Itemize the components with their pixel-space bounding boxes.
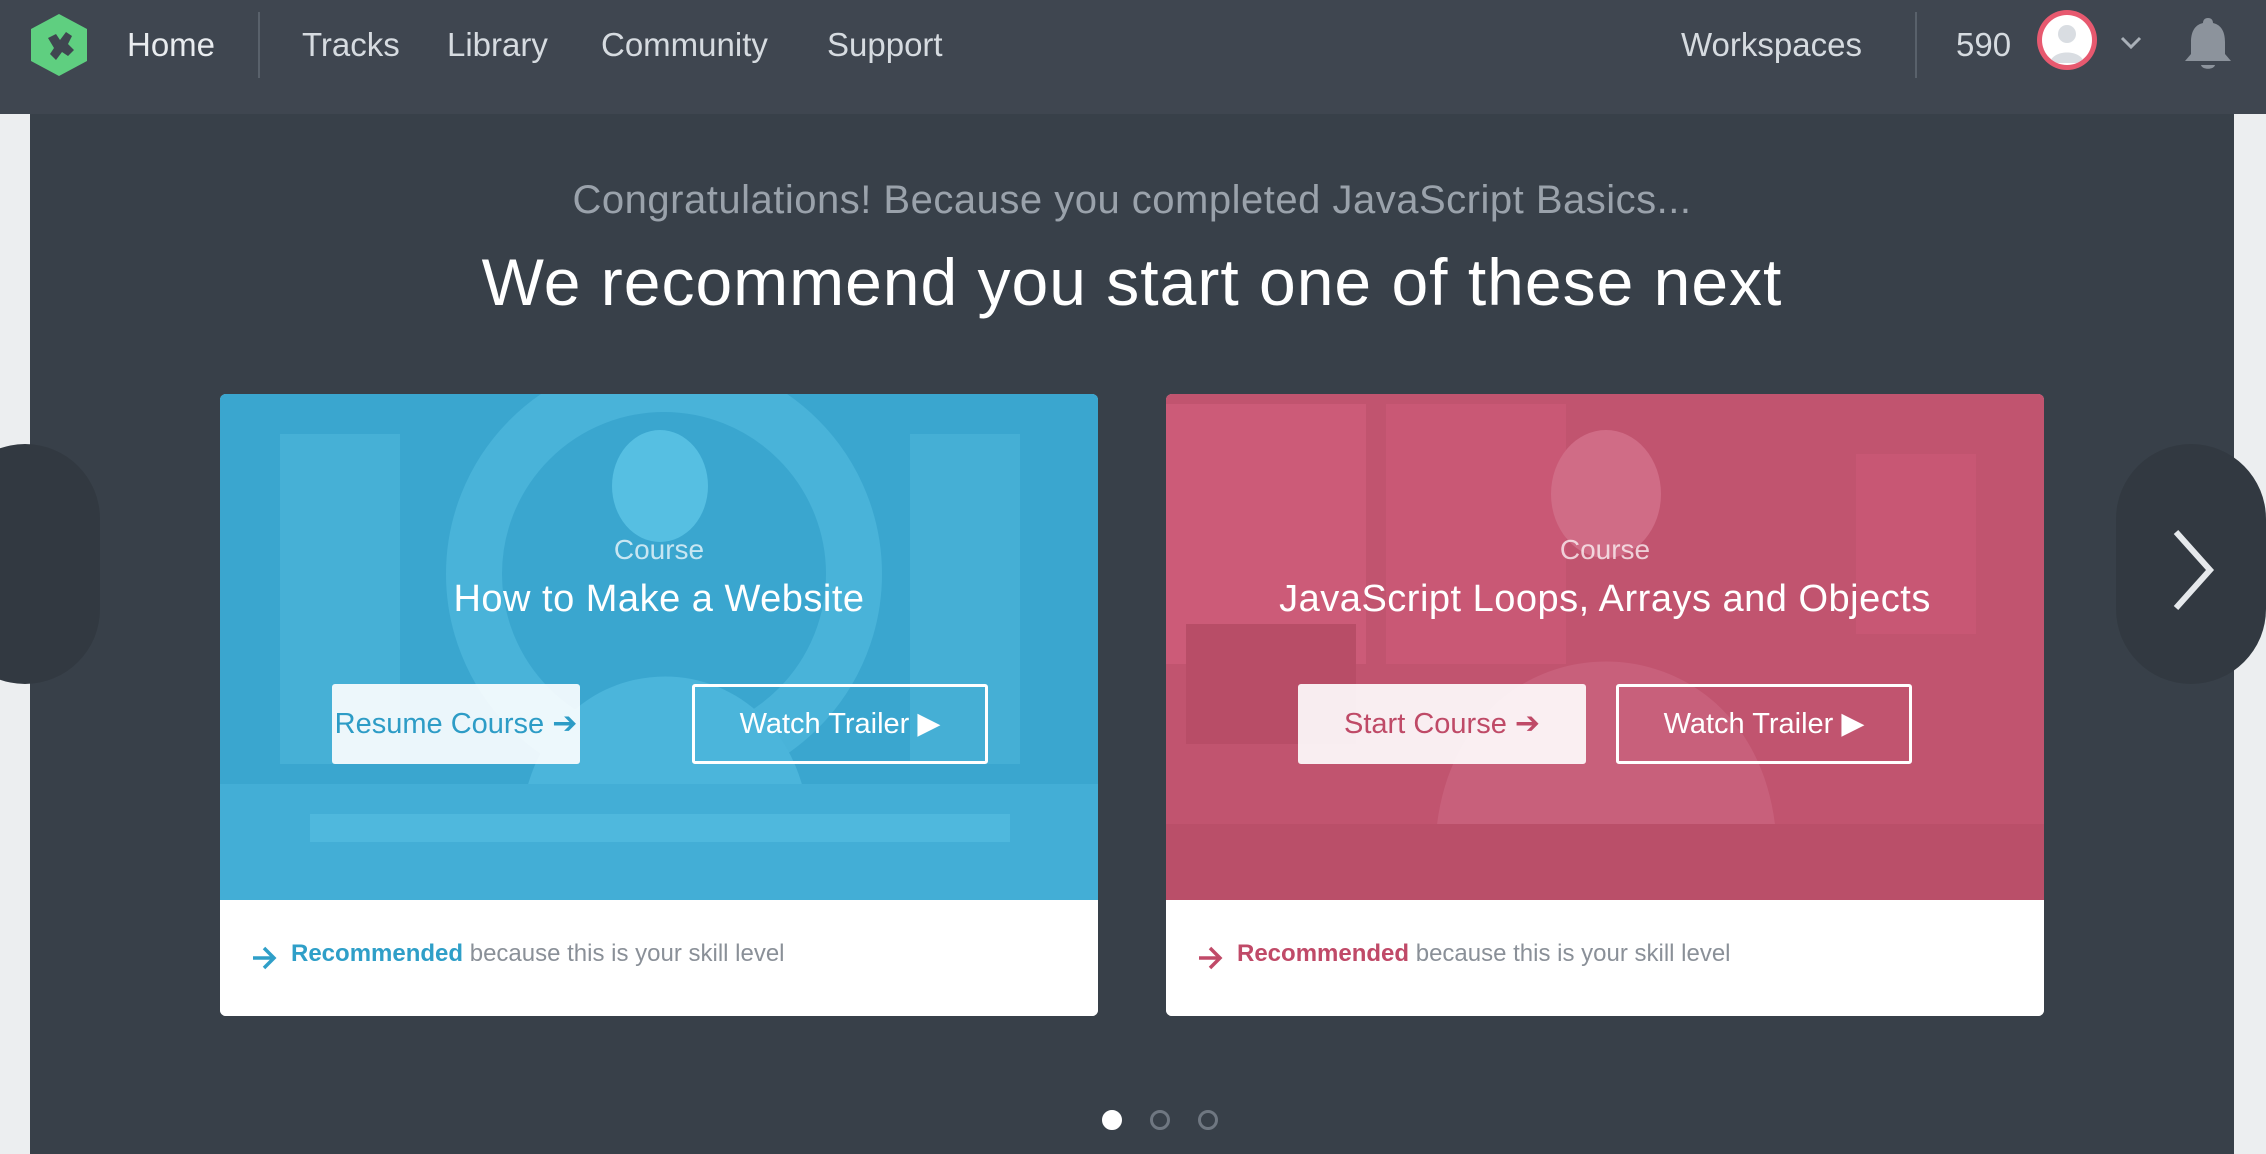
start-course-button[interactable]: Start Course ➔ (1298, 684, 1586, 764)
start-course-label: Start Course (1344, 708, 1507, 740)
carousel-dot-2[interactable] (1150, 1110, 1170, 1130)
carousel-dot-3[interactable] (1198, 1110, 1218, 1130)
recommendation-reason: Recommended because this is your skill l… (291, 940, 785, 968)
top-nav: Home Tracks Library Community Support Wo… (0, 0, 2266, 114)
resume-course-button[interactable]: Resume Course ➔ (332, 684, 580, 764)
chevron-down-icon[interactable] (2117, 28, 2145, 56)
play-icon: ▶ (1841, 707, 1865, 740)
course-card-media: Course How to Make a Website Resume Cour… (220, 394, 1098, 900)
hero-kicker: Congratulations! Because you completed J… (572, 178, 1692, 222)
nav-divider (258, 12, 260, 78)
course-title: JavaScript Loops, Arrays and Objects (1279, 578, 1931, 620)
play-icon: ▶ (917, 707, 941, 740)
course-card: Course JavaScript Loops, Arrays and Obje… (1166, 394, 2044, 1016)
arrow-right-icon (253, 946, 277, 970)
nav-support[interactable]: Support (827, 20, 943, 70)
course-card-footer: Recommended because this is your skill l… (220, 900, 1098, 1016)
reason-text: because this is your skill level (1409, 940, 1731, 967)
recommendation-hero: Congratulations! Because you completed J… (0, 114, 2266, 1154)
course-photo (220, 394, 1098, 900)
nav-workspaces[interactable]: Workspaces (1681, 20, 1862, 70)
course-card-footer: Recommended because this is your skill l… (1166, 900, 2044, 1016)
recommended-label: Recommended (1237, 940, 1410, 967)
nav-divider-right (1915, 12, 1917, 78)
nav-home[interactable]: Home (127, 20, 215, 70)
arrow-right-icon: ➔ (552, 707, 578, 740)
course-title: How to Make a Website (453, 578, 865, 620)
course-tag: Course (613, 534, 705, 565)
watch-trailer-button[interactable]: Watch Trailer ▶ (1616, 684, 1912, 764)
arrow-right-icon (1199, 946, 1223, 970)
treehouse-logo-icon[interactable] (26, 12, 92, 78)
course-card-media: Course JavaScript Loops, Arrays and Obje… (1166, 394, 2044, 900)
avatar[interactable] (2037, 10, 2097, 70)
resume-course-label: Resume Course (334, 708, 545, 740)
recommendation-reason: Recommended because this is your skill l… (1237, 940, 1731, 968)
reason-text: because this is your skill level (463, 940, 785, 967)
prev-slide-shadow (0, 444, 100, 684)
bell-icon[interactable] (2180, 14, 2236, 74)
course-photo (1166, 394, 2044, 900)
nav-library[interactable]: Library (447, 20, 548, 70)
watch-trailer-label: Watch Trailer (1663, 708, 1834, 740)
course-tag: Course (1559, 534, 1651, 565)
user-avatar-icon (2050, 25, 2084, 63)
carousel-dot-1[interactable] (1102, 1110, 1122, 1130)
watch-trailer-button[interactable]: Watch Trailer ▶ (692, 684, 988, 764)
carousel-next-icon[interactable] (2162, 520, 2222, 620)
nav-tracks[interactable]: Tracks (302, 20, 400, 70)
hero-headline: We recommend you start one of these next (481, 245, 1783, 319)
nav-community[interactable]: Community (601, 20, 768, 70)
recommended-label: Recommended (291, 940, 464, 967)
arrow-right-icon: ➔ (1514, 707, 1540, 740)
watch-trailer-label: Watch Trailer (739, 708, 910, 740)
points-count: 590 (1956, 26, 2012, 63)
course-card: Course How to Make a Website Resume Cour… (220, 394, 1098, 1016)
